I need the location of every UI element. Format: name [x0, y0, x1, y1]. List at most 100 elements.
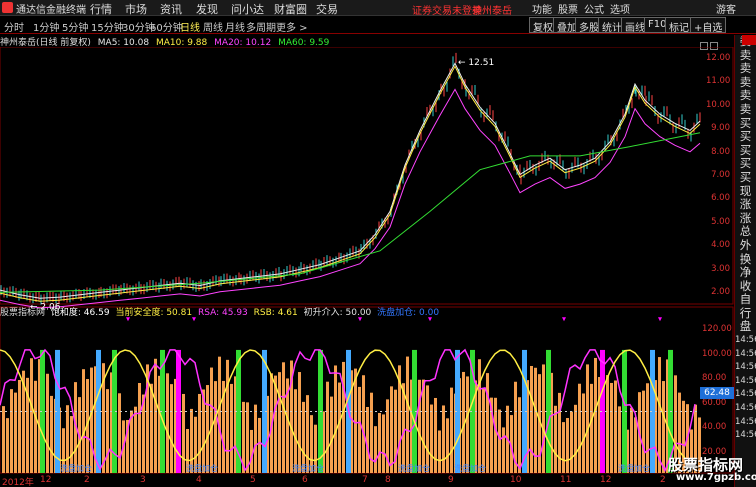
quote-panel-item: 收益 [739, 279, 752, 294]
quote-panel-item: 14:56 [735, 335, 756, 346]
y-tick-label: 2.00 [711, 287, 730, 297]
saturation-bar [494, 397, 497, 473]
tab-fenshi[interactable]: 分时 [4, 19, 24, 34]
saturation-bar [554, 405, 557, 473]
saturation-bar [326, 381, 329, 473]
add-watchlist-button[interactable]: +自选 [690, 17, 727, 34]
saturation-bar [378, 412, 381, 473]
saturation-bar [486, 373, 489, 473]
menu-hq[interactable]: 行情 [90, 1, 112, 17]
x-tick-label: 7 [362, 475, 368, 485]
panel-badge [742, 35, 756, 45]
y-tick-label: 6.00 [711, 193, 730, 204]
saturation-bar [498, 409, 501, 473]
y-tick-label: 5.00 [711, 216, 730, 227]
rsa-label: RSA: 45.93 [197, 308, 248, 318]
x-tick-label: 10 [510, 475, 522, 485]
saturation-bar [518, 397, 521, 473]
menu-news[interactable]: 资讯 [160, 1, 182, 17]
saturation-bar [298, 372, 301, 473]
tab-more[interactable]: 更多 > [276, 19, 308, 34]
menu-options[interactable]: 选项 [610, 1, 630, 16]
saturation-bar [642, 390, 645, 473]
saturation-bar [426, 385, 429, 473]
initial-rise-label: 初升介入: 50.00 [303, 308, 372, 318]
mark-button[interactable]: 标记 [665, 17, 693, 34]
menu-formula[interactable]: 公式 [584, 1, 604, 16]
tab-15min[interactable]: 15分钟 [91, 19, 124, 34]
menu-function[interactable]: 功能 [532, 1, 552, 16]
washout-signal-label: 洗盘加仓 [454, 463, 486, 473]
menu-ask[interactable]: 问小达 [231, 1, 264, 17]
saturation-bar [466, 376, 469, 473]
quote-panel-item: 涨跌 [739, 198, 752, 212]
saturation-bar [2, 406, 5, 473]
tab-60min[interactable]: 60分钟 [150, 19, 183, 34]
menu-guest[interactable]: 游客 [716, 1, 736, 16]
main-chart-frame [0, 47, 734, 305]
saturation-bar [562, 422, 565, 473]
tab-1min[interactable]: 1分钟 [33, 19, 59, 34]
saturation-bar [442, 405, 445, 473]
quote-panel-item: 自动 [739, 293, 752, 307]
saturation-bar [330, 396, 333, 473]
saturation-bar [218, 356, 221, 473]
quote-panel-item: 买一 [739, 116, 752, 131]
saturation-bar [430, 404, 433, 473]
saturation-bar [230, 383, 233, 473]
saturation-bar [254, 404, 257, 473]
menu-market[interactable]: 市场 [125, 1, 147, 17]
chart-canvas: ← 12.51← 2.06洗盘加仓 洗盘加仓 洗盘加仓 洗盘加仓 洗盘加仓 洗盘加仓 [0, 47, 734, 474]
tab-5min[interactable]: 5分钟 [62, 19, 88, 34]
saturation-bar [582, 393, 585, 473]
y-tick-label: 12.00 [706, 53, 731, 63]
saturation-bar [294, 389, 297, 473]
menu-bar: 通达信金融终端 行情 市场 资讯 发现 问小达 财富圈 交易 证券交易未登录 神… [0, 0, 756, 17]
menu-trade[interactable]: 交易 [316, 1, 338, 17]
y-tick-label: 8.00 [711, 146, 730, 157]
saturation-bar [150, 383, 153, 473]
saturation-label: 饱和度: 46.59 [50, 308, 110, 318]
x-tick-label: 12 [600, 475, 612, 485]
tab-daily[interactable]: 日线 [180, 19, 200, 34]
quote-panel-item: 换手 [739, 252, 752, 267]
sub-y-tick-label: 60.00 [702, 397, 727, 408]
menu-wealth[interactable]: 财富圈 [274, 1, 307, 17]
quote-panel-item: 卖一 [739, 102, 752, 117]
quote-panel: 委比卖五卖四卖三卖二卖一买一买二买三买四买五现价涨跌涨幅总量外盘换手净资收益自动… [734, 35, 756, 487]
saturation-bar [478, 359, 481, 473]
saturation-bar [406, 356, 409, 473]
saturation-bar [534, 367, 537, 473]
quote-panel-item: 行情 [739, 306, 752, 321]
tab-monthly[interactable]: 月线 [225, 19, 245, 34]
saturation-bar [446, 418, 449, 473]
quote-panel-item: 现价 [739, 184, 752, 199]
washout-signal-label: 洗盘加仓 [398, 463, 430, 473]
tab-weekly[interactable]: 周线 [203, 19, 223, 34]
saturation-bar [590, 383, 593, 473]
menu-discover[interactable]: 发现 [196, 1, 218, 17]
quote-panel-item: 买三 [739, 143, 752, 158]
safety-label: 当前安全度: 50.81 [115, 308, 193, 318]
stock-name-title: 神州泰岳 [472, 6, 512, 17]
y-tick-label: 3.00 [711, 263, 730, 274]
ma60-line [0, 132, 701, 293]
saturation-bar [258, 417, 261, 473]
quote-panel-item: 14:56 [735, 362, 756, 373]
menu-stock[interactable]: 股票 [558, 1, 578, 16]
saturation-bar [246, 402, 249, 473]
saturation-bar [574, 404, 577, 473]
saturation-bar [226, 359, 229, 473]
rsb-label: RSB: 4.61 [253, 308, 298, 318]
saturation-bar [646, 383, 649, 473]
x-tick-label: 2 [84, 475, 90, 485]
washout-signal-label: 洗盘加仓 [618, 463, 650, 473]
saturation-bar [586, 364, 589, 473]
saturation-bar [342, 361, 345, 473]
saturation-bar [182, 393, 185, 473]
tab-multi[interactable]: 多周期 [246, 19, 276, 34]
saturation-bar [338, 382, 341, 473]
quote-panel-item: 卖二 [739, 89, 752, 103]
saturation-bar [434, 397, 437, 473]
saturation-bar [170, 384, 173, 473]
